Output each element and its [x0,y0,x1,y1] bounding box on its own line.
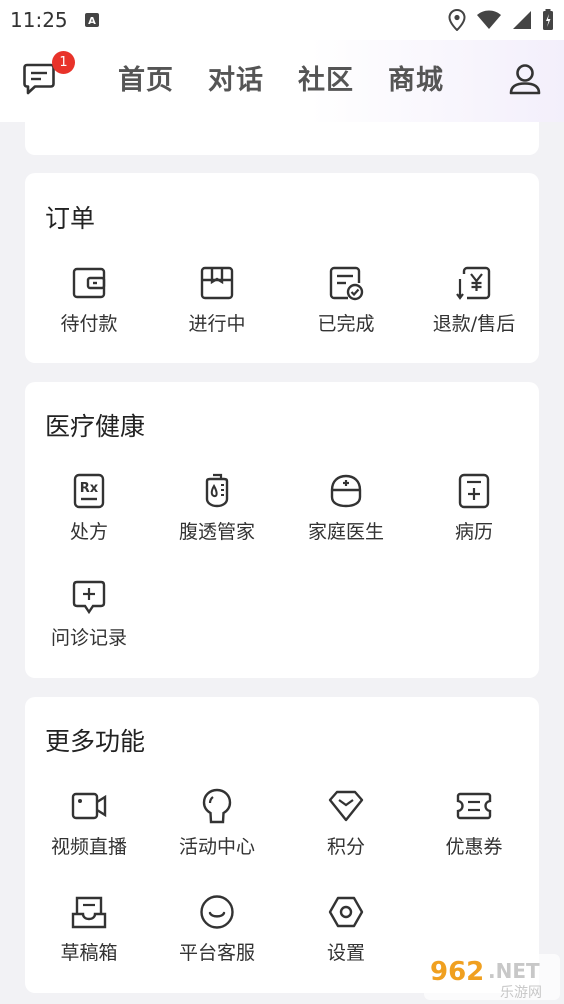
health-prescription[interactable]: Rx 处方 [25,473,153,544]
order-refund-label: 退款/售后 [432,313,516,335]
more-drafts-label: 草稿箱 [60,942,118,964]
medical-record-icon [458,473,490,509]
more-settings-label: 设置 [326,942,365,964]
svg-text:.NET: .NET [488,959,540,983]
health-consult-record-label: 问诊记录 [50,627,127,649]
watermark-graphic: 962 .NET 乐游网 [424,954,560,1001]
more-video-live-label: 视频直播 [50,836,127,858]
wifi-icon [477,10,501,29]
more-card: 更多功能 视频直播 活动中心 积分 优惠券 草稿箱 平台客服 设置 [25,697,539,993]
box-icon [200,266,234,300]
orders-title: 订单 [45,204,96,233]
status-time: 11:25 [10,8,68,32]
more-coupons-label: 优惠券 [445,836,503,858]
notification-a-icon: A [84,13,99,27]
order-in-progress[interactable]: 进行中 [153,265,281,336]
order-refund[interactable]: 退款/售后 [410,265,538,336]
health-dialysis[interactable]: 腹透管家 [153,473,281,544]
more-video-live[interactable]: 视频直播 [25,788,153,859]
nav-mall[interactable]: 商城 [388,58,444,97]
location-icon [448,9,466,31]
message-count-badge: 1 [52,51,75,74]
orders-card: 订单 待付款 进行中 已完成 退款/售后 [25,173,539,363]
prescription-icon: Rx [73,473,105,509]
receipt-check-icon [329,266,364,301]
signal-icon [513,11,531,29]
more-customer-service[interactable]: 平台客服 [153,894,281,965]
dialysis-bag-icon [205,473,229,508]
more-points-label: 积分 [326,836,365,858]
more-title: 更多功能 [45,727,146,756]
wallet-icon [72,267,106,299]
nav-community[interactable]: 社区 [298,58,354,97]
health-medical-record[interactable]: 病历 [410,473,538,544]
health-title: 医疗健康 [45,412,146,441]
main-nav: 首页 对话 社区 商城 [118,58,444,97]
health-dialysis-label: 腹透管家 [178,521,255,543]
nav-chat[interactable]: 对话 [208,58,264,97]
order-completed-label: 已完成 [317,313,375,335]
svg-text:962: 962 [430,957,484,987]
settings-hex-icon [328,896,364,928]
svg-text:A: A [88,16,96,27]
battery-icon [543,9,553,30]
lightbulb-icon [202,788,232,824]
nav-home[interactable]: 首页 [118,58,174,97]
more-activity-center-label: 活动中心 [178,836,255,858]
top-header: 1 首页 对话 社区 商城 [0,40,564,122]
more-settings[interactable]: 设置 [282,894,410,965]
health-family-doctor[interactable]: 家庭医生 [282,473,410,544]
user-icon [509,64,541,95]
health-card: 医疗健康 Rx 处方 腹透管家 家庭医生 病历 问诊记录 [25,382,539,678]
refund-icon [456,266,491,300]
status-bar: 11:25 A [0,0,564,40]
more-points[interactable]: 积分 [282,788,410,859]
smile-icon [200,895,234,929]
svg-text:Rx: Rx [80,481,99,496]
watermark-logo: 962 .NET 乐游网 [424,952,560,1002]
profile-button[interactable] [507,62,543,98]
coupon-icon [456,792,492,820]
video-camera-icon [71,792,107,820]
doctor-icon [330,474,362,508]
more-drafts[interactable]: 草稿箱 [25,894,153,965]
svg-text:乐游网: 乐游网 [500,985,542,1001]
order-pending-payment-label: 待付款 [60,313,118,335]
order-pending-payment[interactable]: 待付款 [25,265,153,336]
health-medical-record-label: 病历 [454,521,493,543]
health-consult-record[interactable]: 问诊记录 [25,579,153,650]
consult-record-icon [72,580,106,615]
health-prescription-label: 处方 [69,521,108,543]
chat-message-icon [23,63,55,95]
inbox-icon [71,896,107,929]
order-in-progress-label: 进行中 [188,313,246,335]
health-family-doctor-label: 家庭医生 [307,521,384,543]
order-completed[interactable]: 已完成 [282,265,410,336]
more-coupons[interactable]: 优惠券 [410,788,538,859]
more-activity-center[interactable]: 活动中心 [153,788,281,859]
messages-button[interactable] [22,62,56,96]
diamond-icon [328,790,364,822]
more-customer-service-label: 平台客服 [178,942,255,964]
